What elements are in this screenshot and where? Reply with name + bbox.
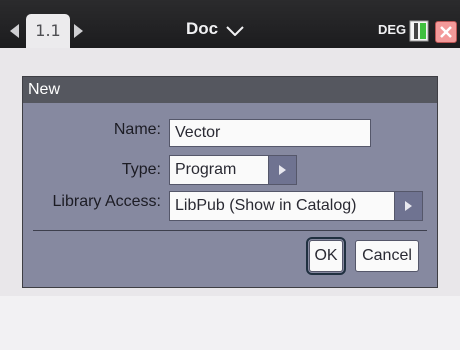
top-bar: 1.1 Doc DEG (0, 0, 460, 48)
dialog-title: New (23, 77, 437, 103)
library-access-label: Library Access: (52, 193, 161, 210)
ok-button[interactable]: OK (306, 237, 346, 275)
type-value: Program (175, 161, 237, 178)
dialog-divider (33, 230, 427, 231)
name-label: Name: (113, 121, 161, 138)
document-area (0, 296, 460, 350)
type-label: Type: (121, 161, 161, 178)
new-dialog: New Name: Vector Type: Program Library A… (22, 76, 438, 288)
cancel-button[interactable]: Cancel (355, 240, 419, 272)
doc-title[interactable]: Doc (186, 19, 218, 39)
right-arrow-icon[interactable] (74, 24, 83, 38)
name-field[interactable]: Vector (169, 119, 371, 147)
page-tab[interactable]: 1.1 (26, 14, 70, 48)
close-button[interactable] (435, 21, 457, 43)
chevron-down-icon[interactable] (226, 26, 244, 36)
calculator-screen: 1.1 Doc DEG New Name: Vector Type: Progr… (0, 0, 460, 350)
battery-icon (409, 20, 429, 42)
library-dropdown-arrow-icon[interactable] (394, 192, 422, 220)
left-arrow-icon[interactable] (10, 24, 19, 38)
close-icon (440, 26, 452, 38)
type-select[interactable]: Program (169, 155, 297, 185)
library-access-value: LibPub (Show in Catalog) (175, 197, 357, 214)
library-access-select[interactable]: LibPub (Show in Catalog) (169, 191, 423, 221)
angle-mode-indicator: DEG (378, 22, 407, 37)
type-dropdown-arrow-icon[interactable] (268, 156, 296, 184)
